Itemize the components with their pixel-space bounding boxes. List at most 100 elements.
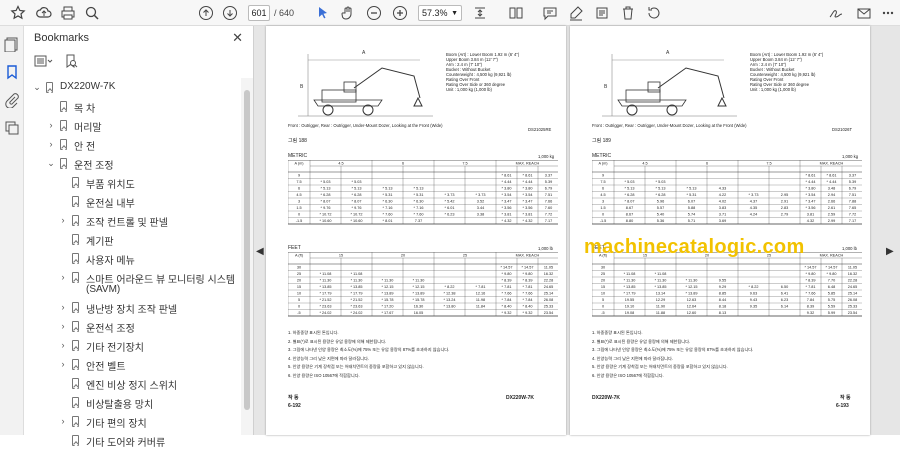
bookmark-item[interactable]: › 스마트 어라운드 뷰 모니터링 시스템 (SAVM) — [24, 268, 242, 298]
two-page-view-icon[interactable] — [506, 3, 526, 23]
table-cell: 9.35 — [750, 305, 757, 309]
bookmark-item[interactable]: 부품 위치도 — [24, 173, 242, 192]
table-cell: * 5.13 — [656, 187, 666, 191]
bookmark-item[interactable]: › 머리말 — [24, 116, 242, 135]
comment-icon[interactable] — [540, 3, 560, 23]
feet-label: FEET — [288, 245, 301, 251]
excavator-diagram: A B — [298, 50, 433, 117]
previous-page-icon[interactable] — [196, 3, 216, 23]
bookmark-item[interactable]: ⌄ DX220W-7K — [24, 78, 242, 97]
table-cell: * 11.30 — [686, 279, 698, 283]
table-cell: 22.28 — [544, 279, 554, 283]
more-options-icon[interactable] — [878, 3, 898, 23]
table-cell: 24.65 — [848, 285, 858, 289]
chevron-right-icon[interactable]: › — [58, 359, 68, 369]
delete-icon[interactable] — [618, 3, 638, 23]
bookmark-item[interactable]: ⌄ 운전 조정 — [24, 154, 242, 173]
chevron-down-icon[interactable]: ⌄ — [46, 158, 56, 169]
zoom-level-select[interactable]: 57.3% ▼ — [418, 5, 462, 21]
highlight-pen-icon[interactable] — [566, 3, 586, 23]
bookmark-options-icon[interactable] — [34, 54, 54, 68]
bookmark-item[interactable]: 엔진 비상 정지 스위치 — [24, 374, 242, 393]
stamp-icon[interactable] — [592, 3, 612, 23]
table-cell: 3.83 — [719, 206, 726, 210]
table-cell: * 3.54 — [523, 193, 533, 197]
layers-icon[interactable] — [4, 120, 20, 136]
bookmark-item[interactable]: › 기타 편의 장치 — [24, 412, 242, 431]
hand-tool-icon[interactable] — [338, 3, 358, 23]
bookmark-item[interactable]: 목 차 — [24, 97, 242, 116]
bookmarks-panel-icon[interactable] — [4, 64, 20, 80]
svg-text:B: B — [300, 84, 304, 90]
sign-icon[interactable] — [826, 3, 846, 23]
bookmark-item[interactable]: 운전실 내부 — [24, 192, 242, 211]
chevron-right-icon[interactable]: › — [58, 215, 68, 225]
bookmark-item[interactable]: › 조작 컨트롤 및 판넬 — [24, 211, 242, 230]
table-cell: * 4.44 — [806, 180, 816, 184]
svg-text:A: A — [362, 50, 366, 56]
chevron-right-icon[interactable]: › — [58, 302, 68, 312]
bookmark-item[interactable]: › 안 전 — [24, 135, 242, 154]
bookmark-item[interactable]: › 기타 전기장치 — [24, 336, 242, 355]
left-navigation-rail — [0, 26, 24, 435]
table-cell: * 5.13 — [414, 187, 424, 191]
bookmark-item[interactable]: › 안전 벨트 — [24, 355, 242, 374]
select-cursor-icon[interactable] — [313, 3, 333, 23]
bookmark-label: 사용자 메뉴 — [86, 256, 135, 267]
bookmark-item[interactable]: 사용자 메뉴 — [24, 249, 242, 268]
table-cell: 2.79 — [781, 213, 788, 217]
bookmark-item[interactable]: 기타 도어와 커버류 — [24, 431, 242, 450]
search-icon[interactable] — [82, 3, 102, 23]
chevron-down-icon[interactable]: ⌄ — [32, 82, 42, 93]
table-cell: 7.5 — [296, 180, 301, 184]
table-cell: * 9.80 — [827, 272, 837, 276]
bookmark-item[interactable]: › 운전석 조정 — [24, 317, 242, 336]
chevron-right-icon[interactable]: › — [58, 416, 68, 426]
fit-page-icon[interactable] — [470, 3, 490, 23]
zoom-in-icon[interactable] — [390, 3, 410, 23]
table-cell: 8.44 — [719, 298, 726, 302]
table-cell: 2.94 — [828, 193, 835, 197]
table-cell: * 8.61 — [523, 174, 533, 178]
table-cell: 5 — [602, 298, 604, 302]
next-page-icon[interactable] — [220, 3, 240, 23]
chevron-right-icon[interactable]: › — [58, 321, 68, 331]
find-bookmark-icon[interactable] — [64, 54, 78, 68]
rotate-icon[interactable] — [644, 3, 664, 23]
table-cell: 9.63 — [750, 292, 757, 296]
bookmark-item[interactable]: 계기판 — [24, 230, 242, 249]
zoom-out-icon[interactable] — [364, 3, 384, 23]
table-cell: * 7.81 — [523, 285, 533, 289]
table-cell: * 17.20 — [381, 305, 393, 309]
chevron-right-icon[interactable]: › — [58, 272, 68, 282]
table-cell: * 15.78 — [412, 298, 424, 302]
scrollbar-thumb[interactable] — [244, 90, 250, 410]
table-cell: 5.99 — [828, 311, 835, 315]
next-page-arrow-icon[interactable]: ▶ — [886, 246, 894, 257]
page-left: A B Boom (Art) : Lower Boom 1.92 m (6' 4… — [266, 26, 566, 435]
close-icon[interactable]: ✕ — [232, 30, 243, 46]
bookmark-item[interactable]: › 냉난방 장치 조작 판넬 — [24, 298, 242, 317]
chevron-right-icon[interactable]: › — [46, 120, 56, 130]
table-cell: * 17.79 — [350, 292, 362, 296]
page-number-input[interactable]: 601 — [248, 5, 270, 21]
share-email-icon[interactable] — [854, 3, 874, 23]
table-cell: 3.52 — [477, 200, 484, 204]
page-thumbnails-icon[interactable] — [4, 36, 20, 53]
chevron-down-icon: ▼ — [451, 9, 458, 17]
attachments-icon[interactable] — [4, 92, 20, 109]
bookmark-item[interactable]: 비상탈출용 망치 — [24, 393, 242, 412]
print-icon[interactable] — [58, 3, 78, 23]
figure-id: DS21025RE — [528, 127, 552, 132]
table-cell: 6.50 — [781, 285, 788, 289]
upload-cloud-icon[interactable] — [34, 3, 54, 23]
prev-page-arrow-icon[interactable]: ◀ — [256, 246, 264, 257]
table-cell: * 8.61 — [827, 174, 837, 178]
chevron-right-icon[interactable]: › — [58, 340, 68, 350]
table-cell: * 3.81 — [523, 213, 533, 217]
note-line: 5. 인양 용량은 기계 장착점 또는 어태치먼트의 중량을 포함하고 있지 않… — [592, 364, 728, 369]
chevron-right-icon[interactable]: › — [46, 139, 56, 149]
table-cell: 6.41 — [781, 292, 788, 296]
bookmark-star-icon[interactable] — [8, 3, 28, 23]
panel-scrollbar[interactable] — [241, 78, 253, 435]
